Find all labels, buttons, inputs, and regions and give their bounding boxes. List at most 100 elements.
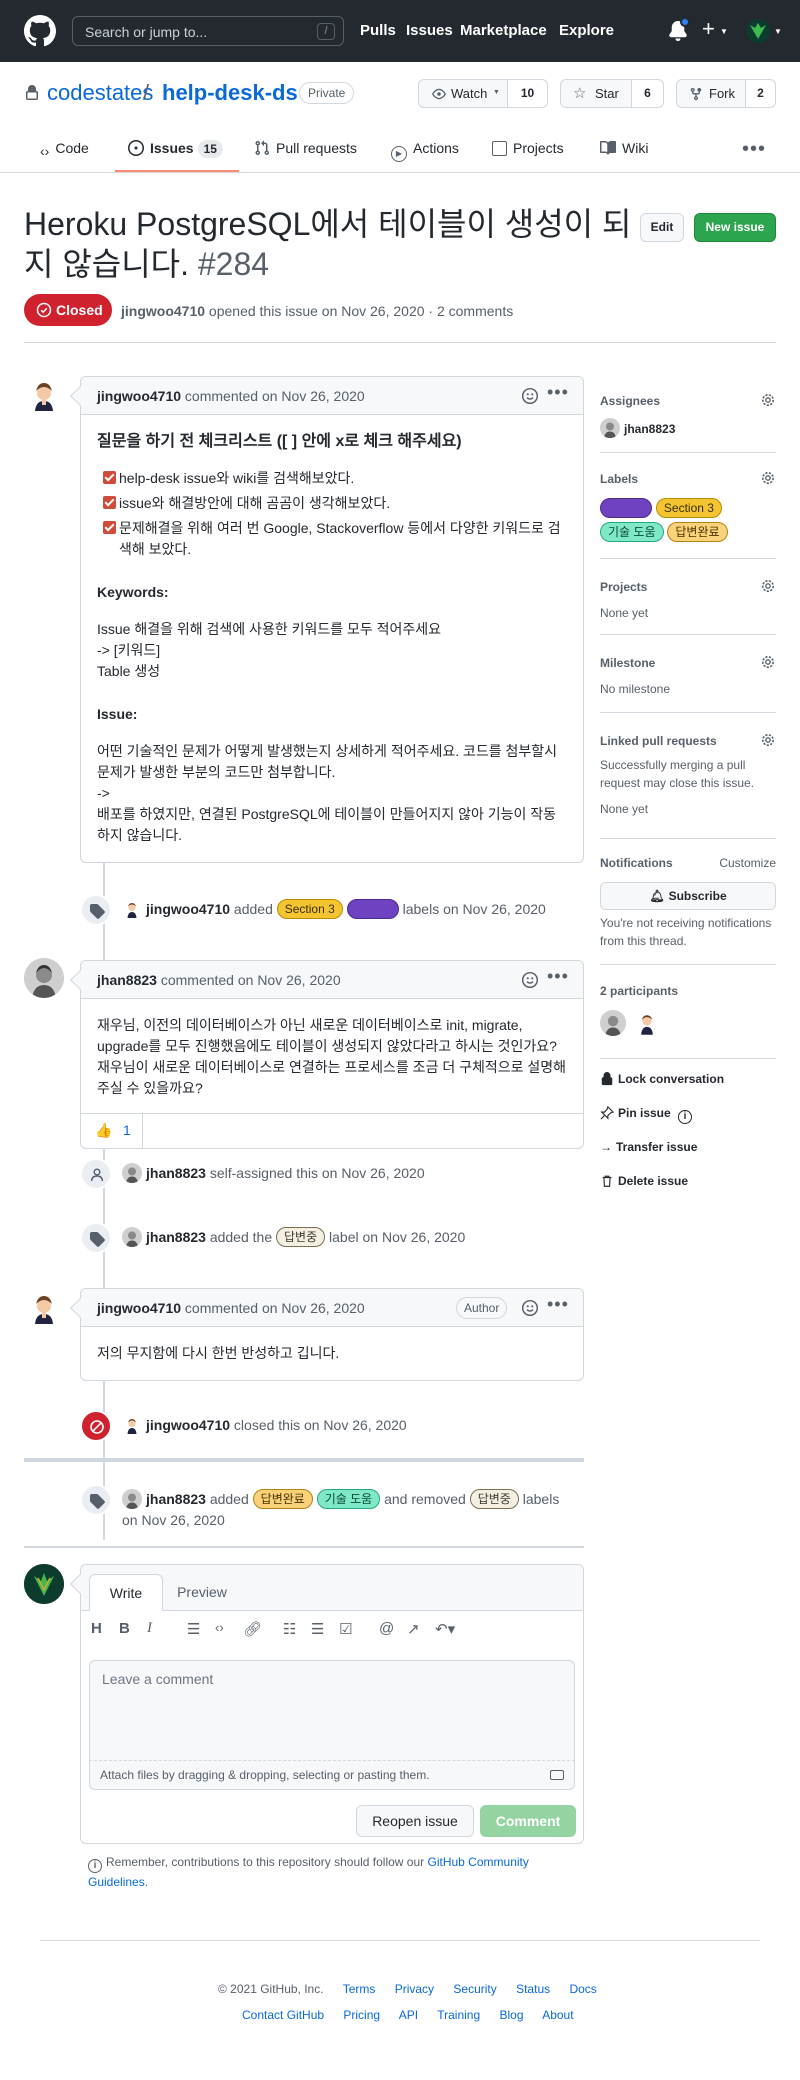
tab-preview[interactable]: Preview bbox=[167, 1574, 237, 1611]
comment-author-link[interactable]: jingwoo4710 bbox=[97, 1300, 181, 1316]
footer-link-contact[interactable]: Contact GitHub bbox=[242, 2008, 324, 2022]
link-icon[interactable]: 🔗︎ bbox=[243, 1620, 262, 1638]
avatar[interactable] bbox=[122, 1163, 142, 1183]
avatar[interactable] bbox=[24, 958, 64, 998]
footer-link-blog[interactable]: Blog bbox=[499, 2008, 523, 2022]
footer-link-api[interactable]: API bbox=[399, 2008, 418, 2022]
star-button[interactable]: ☆ Star 6 bbox=[560, 79, 664, 108]
transfer-issue-link[interactable]: → Transfer issue bbox=[600, 1140, 697, 1154]
bold-icon[interactable]: B bbox=[119, 1620, 130, 1637]
tab-write[interactable]: Write bbox=[89, 1574, 163, 1611]
event-actor-link[interactable]: jhan8823 bbox=[146, 1229, 206, 1245]
avatar[interactable] bbox=[633, 1010, 660, 1036]
label-section3[interactable]: Section 3 bbox=[655, 498, 722, 518]
attach-files-bar[interactable]: Attach files by dragging & dropping, sel… bbox=[89, 1760, 575, 1790]
comment-textarea[interactable]: Leave a comment bbox=[89, 1660, 575, 1760]
unordered-list-icon[interactable]: ☷ bbox=[283, 1620, 296, 1638]
comment-author-link[interactable]: jhan8823 bbox=[97, 972, 157, 988]
pin-issue-link[interactable]: Pin issue i bbox=[600, 1105, 696, 1124]
italic-icon[interactable]: I bbox=[147, 1620, 152, 1637]
avatar[interactable] bbox=[122, 1415, 142, 1435]
code-icon[interactable]: ‹› bbox=[215, 1620, 224, 1635]
label-done[interactable]: 답변완료 bbox=[252, 1489, 313, 1509]
label-tech-help[interactable]: 기술 도움 bbox=[600, 522, 664, 542]
tab-wiki[interactable]: Wiki bbox=[600, 140, 648, 156]
event-actor-link[interactable]: jingwoo4710 bbox=[146, 1417, 230, 1433]
reaction-thumbs-up-button[interactable]: 👍 1 bbox=[81, 1114, 143, 1148]
nav-explore[interactable]: Explore bbox=[559, 22, 614, 39]
label-section3[interactable]: Section 3 bbox=[276, 899, 343, 919]
label-done[interactable]: 답변완료 bbox=[667, 522, 728, 542]
label-answering[interactable]: 답변중 bbox=[276, 1227, 326, 1247]
checkbox-checked-icon[interactable] bbox=[103, 471, 116, 484]
quote-icon[interactable]: ☰ bbox=[187, 1620, 200, 1638]
footer-link-privacy[interactable]: Privacy bbox=[395, 1982, 434, 1996]
kebab-icon[interactable]: ••• bbox=[547, 1294, 569, 1315]
sidebar-projects[interactable]: Projects None yet bbox=[600, 580, 776, 622]
tab-pull-requests[interactable]: Pull requests bbox=[254, 140, 357, 156]
customize-link[interactable]: Customize bbox=[719, 856, 776, 870]
watch-count[interactable]: 10 bbox=[507, 80, 547, 107]
footer-link-terms[interactable]: Terms bbox=[343, 1982, 376, 1996]
checkbox-checked-icon[interactable] bbox=[103, 496, 116, 509]
nav-issues[interactable]: Issues bbox=[406, 22, 453, 39]
avatar[interactable] bbox=[122, 1227, 142, 1247]
smiley-icon[interactable] bbox=[521, 971, 539, 989]
nav-pulls[interactable]: Pulls bbox=[360, 22, 396, 39]
delete-issue-link[interactable]: Delete issue bbox=[600, 1174, 688, 1188]
avatar[interactable] bbox=[600, 1010, 626, 1036]
footer-link-security[interactable]: Security bbox=[453, 1982, 496, 1996]
comment-date[interactable]: commented on Nov 26, 2020 bbox=[185, 388, 365, 404]
github-logo-icon[interactable] bbox=[24, 15, 56, 47]
lock-conversation-link[interactable]: Lock conversation bbox=[600, 1072, 724, 1086]
avatar[interactable] bbox=[122, 899, 142, 919]
user-avatar[interactable] bbox=[746, 19, 770, 43]
kebab-icon[interactable]: ••• bbox=[547, 966, 569, 987]
fork-button[interactable]: Fork 2 bbox=[676, 79, 776, 108]
ordered-list-icon[interactable]: ☰ bbox=[311, 1620, 324, 1638]
reopen-issue-button[interactable]: Reopen issue bbox=[356, 1805, 474, 1837]
tasklist-icon[interactable]: ☑ bbox=[339, 1620, 352, 1638]
edit-title-button[interactable]: Edit bbox=[640, 213, 684, 242]
heading-icon[interactable]: H bbox=[91, 1620, 102, 1637]
current-user-avatar[interactable] bbox=[24, 1564, 64, 1604]
event-actor-link[interactable]: jhan8823 bbox=[146, 1165, 206, 1181]
sidebar-labels[interactable]: Labels Assign Section 3 기술 도움 답변완료 bbox=[600, 472, 776, 544]
search-input[interactable]: Search or jump to... / bbox=[72, 16, 344, 46]
kebab-icon[interactable]: ••• bbox=[547, 382, 569, 403]
gear-icon[interactable] bbox=[760, 578, 776, 594]
avatar[interactable] bbox=[24, 1288, 64, 1328]
checkbox-checked-icon[interactable] bbox=[103, 521, 116, 534]
footer-link-status[interactable]: Status bbox=[516, 1982, 550, 1996]
more-tabs-kebab-icon[interactable]: ••• bbox=[742, 138, 766, 161]
reply-icon[interactable]: ↶▾ bbox=[435, 1620, 455, 1638]
markdown-icon[interactable] bbox=[550, 1770, 564, 1780]
tab-projects[interactable]: Projects bbox=[492, 140, 564, 156]
repo-owner-link[interactable]: codestates bbox=[47, 80, 153, 106]
gear-icon[interactable] bbox=[760, 470, 776, 486]
event-actor-link[interactable]: jingwoo4710 bbox=[146, 901, 230, 917]
new-issue-button[interactable]: New issue bbox=[694, 213, 776, 242]
avatar[interactable] bbox=[24, 375, 64, 415]
gear-icon[interactable] bbox=[760, 392, 776, 408]
tab-issues[interactable]: Issues 15 bbox=[128, 140, 223, 158]
star-count[interactable]: 6 bbox=[631, 80, 663, 107]
footer-link-pricing[interactable]: Pricing bbox=[343, 2008, 380, 2022]
assignee-row[interactable]: jhan8823 bbox=[600, 418, 776, 438]
nav-marketplace[interactable]: Marketplace bbox=[460, 22, 547, 39]
cross-reference-icon[interactable]: ↗ bbox=[407, 1620, 420, 1638]
repo-name-link[interactable]: help-desk-ds bbox=[162, 80, 298, 106]
comment-date[interactable]: commented on Nov 26, 2020 bbox=[161, 972, 341, 988]
gear-icon[interactable] bbox=[760, 732, 776, 748]
tab-code[interactable]: ‹› Code bbox=[40, 140, 89, 159]
event-actor-link[interactable]: jhan8823 bbox=[146, 1491, 206, 1507]
footer-link-docs[interactable]: Docs bbox=[569, 1982, 596, 1996]
comment-author-link[interactable]: jingwoo4710 bbox=[97, 388, 181, 404]
smiley-icon[interactable] bbox=[521, 387, 539, 405]
info-icon[interactable]: i bbox=[678, 1110, 693, 1124]
mention-icon[interactable]: @ bbox=[379, 1620, 394, 1637]
label-assign[interactable]: Assign bbox=[346, 899, 399, 919]
footer-link-about[interactable]: About bbox=[542, 2008, 573, 2022]
plus-icon[interactable]: + bbox=[702, 16, 715, 42]
fork-count[interactable]: 2 bbox=[745, 80, 775, 107]
